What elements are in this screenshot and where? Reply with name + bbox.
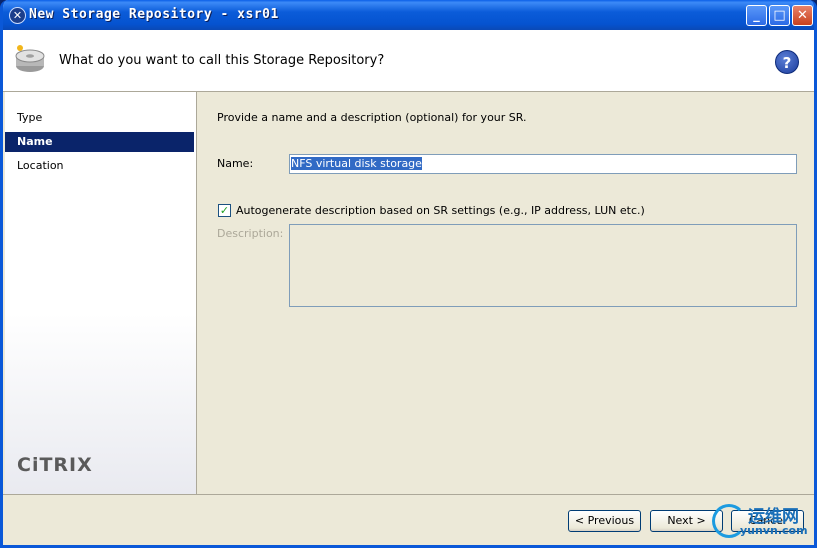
autogen-checkbox[interactable]: ✓ xyxy=(218,204,231,217)
name-input-value: NFS virtual disk storage xyxy=(291,157,422,170)
citrix-logo: CiTRIX xyxy=(17,454,93,476)
help-icon[interactable]: ? xyxy=(775,50,799,74)
wizard-footer: < Previous Next > Cancel xyxy=(3,494,814,545)
name-input[interactable]: NFS virtual disk storage xyxy=(289,154,797,174)
xen-app-icon[interactable]: ✕ xyxy=(9,7,26,24)
wizard-content: Provide a name and a description (option… xyxy=(197,92,814,494)
name-label: Name: xyxy=(217,157,254,170)
step-name[interactable]: Name xyxy=(5,132,194,152)
intro-text: Provide a name and a description (option… xyxy=(217,111,527,124)
title-bar[interactable]: ✕ New Storage Repository - xsr01 _ □ ✕ xyxy=(3,0,814,30)
step-type[interactable]: Type xyxy=(5,108,194,128)
description-textarea[interactable] xyxy=(289,224,797,307)
wizard-steps-sidebar: Type Name Location CiTRIX xyxy=(5,92,197,494)
step-location[interactable]: Location xyxy=(5,156,194,176)
window-title: New Storage Repository - xsr01 xyxy=(29,7,279,22)
wizard-window: ✕ New Storage Repository - xsr01 _ □ ✕ W… xyxy=(0,0,817,548)
storage-disk-icon xyxy=(15,45,45,72)
description-label: Description: xyxy=(217,227,284,240)
next-button[interactable]: Next > xyxy=(650,510,723,532)
wizard-header: What do you want to call this Storage Re… xyxy=(3,30,814,92)
previous-button[interactable]: < Previous xyxy=(568,510,641,532)
maximize-button[interactable]: □ xyxy=(769,5,790,26)
page-title: What do you want to call this Storage Re… xyxy=(59,53,385,68)
cancel-button[interactable]: Cancel xyxy=(731,510,804,532)
close-button[interactable]: ✕ xyxy=(792,5,813,26)
autogen-label[interactable]: Autogenerate description based on SR set… xyxy=(236,204,645,217)
minimize-button[interactable]: _ xyxy=(746,5,767,26)
